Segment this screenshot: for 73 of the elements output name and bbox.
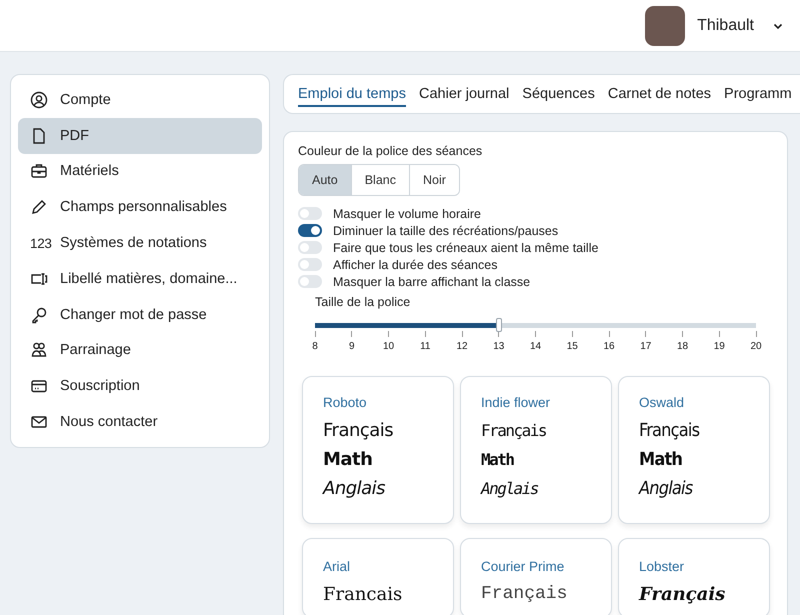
menu-item[interactable]: Souscription [18,368,262,404]
menu-item[interactable]: Parrainage [18,332,262,368]
tick-label: 15 [566,341,578,352]
toggle-label: Masquer la barre affichant la classe [333,274,530,288]
toggle-switch[interactable] [298,275,322,288]
font-card[interactable]: Roboto Français Math Anglais [302,376,454,524]
tick-label: 13 [493,341,504,352]
font-card[interactable]: Indie flower Français Math Anglais [460,376,612,524]
menu-item[interactable]: PDF [18,118,262,154]
color-option[interactable]: Auto [299,165,352,195]
font-name: Oswald [639,395,686,410]
tick-label: 19 [714,341,725,352]
menu-item[interactable]: Libellé matières, domaine... [18,260,262,297]
toggle-label: Masquer le volume horaire [333,206,481,220]
font-card[interactable]: Lobster Français [618,538,770,615]
tab[interactable]: Emploi du temps [298,82,406,106]
font-sample: Math [323,448,374,472]
toggle-switch[interactable] [298,241,322,254]
font-name: Indie flower [481,395,552,410]
tick-label: 10 [382,341,394,352]
font-name: Lobster [639,559,686,574]
toggle-switch[interactable] [298,258,322,271]
toggle-switch[interactable] [298,224,322,237]
toggle-switch[interactable] [298,207,322,220]
tick-label: 8 [312,341,318,352]
tick-label: 17 [640,341,652,352]
font-sample: Français [639,583,726,607]
people-icon [30,341,48,360]
font-name: Courier Prime [481,559,566,574]
font-name: Roboto [323,395,368,410]
avatar-photo-placeholder[interactable] [645,6,686,46]
toggle-label: Diminuer la taille des récréations/pauses [333,224,558,238]
tab[interactable]: Carnet de notes [608,82,712,106]
font-sample: Francais [323,583,404,607]
font-sample: Anglais [481,478,540,500]
tick-label: 20 [750,341,762,352]
menu-item[interactable]: Champs personnalisables [18,189,262,226]
menu-item[interactable]: Matériels [18,154,262,190]
menu-item[interactable]: Nous contacter [18,404,262,440]
font-card[interactable]: Courier Prime Français [460,538,612,615]
tab[interactable]: Programm [724,82,792,106]
toggle-label: Faire que tous les créneaux aient la même taille [333,240,598,254]
tab[interactable]: Séquences [522,82,595,106]
user-icon [30,90,48,109]
tick-label: 12 [456,341,468,352]
font-sample: Anglais [639,477,694,501]
user-name[interactable]: Thibault [697,16,754,34]
menu-item[interactable]: Changer mot de passe [18,296,262,333]
tick-label: 14 [530,341,542,352]
font-sample: Français [323,419,394,443]
tick-label: 16 [603,341,615,352]
tick-label: 11 [420,341,430,352]
font-sample: Français [481,420,548,442]
font-size-label: Taille de la police [315,295,412,309]
toggle-label: Afficher la durée des séances [333,258,498,272]
font-card[interactable]: Oswald Français Math Anglais [618,376,770,524]
key-icon [30,306,48,324]
font-sample: Français [639,419,700,443]
font-sample: Anglais [323,477,386,501]
font-sample: Math [481,449,515,471]
tick-label: 9 [348,341,355,352]
font-card[interactable]: Arial Francais [302,538,454,615]
menu-item[interactable]: Compte [18,82,262,118]
slider-thumb[interactable] [496,318,502,332]
tick-label: 18 [676,341,688,352]
font-sample: Français [481,583,568,606]
menu-item[interactable]: 123 Systèmes de notations [18,225,262,261]
pencil-icon [30,198,48,216]
font-color-label: Couleur de la police des séances [298,144,484,158]
tab[interactable]: Cahier journal [419,82,510,106]
briefcase-icon [30,162,48,180]
font-name: Arial [323,559,352,574]
font-sample: Math [639,448,684,472]
